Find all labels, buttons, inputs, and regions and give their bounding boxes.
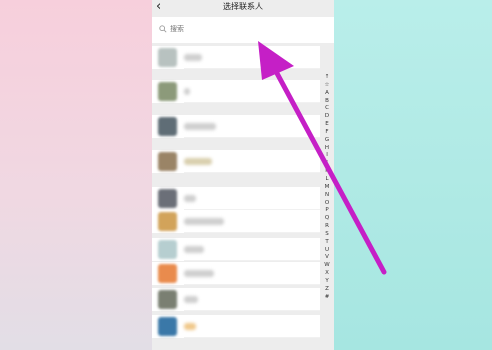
annotation-arrow (258, 41, 387, 275)
annotation-arrow-shaft (269, 61, 387, 275)
